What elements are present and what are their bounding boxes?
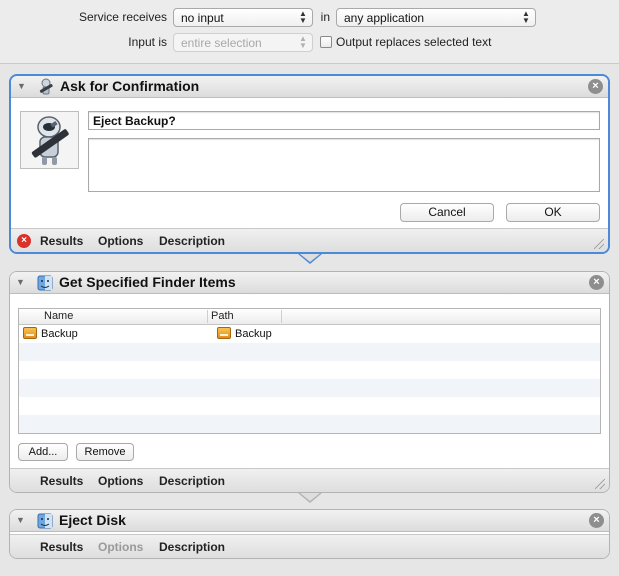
table-row-empty	[19, 415, 600, 433]
results-tab[interactable]: Results	[40, 540, 83, 554]
application-popup[interactable]: any application ▲ ▼	[336, 8, 536, 27]
disclosure-triangle-icon[interactable]: ▼	[16, 277, 25, 287]
options-tab[interactable]: Options	[98, 540, 143, 554]
popup-arrows-icon: ▲ ▼	[299, 34, 307, 50]
action-ask-for-confirmation[interactable]: ▼ Ask for Confirmation × Eject Backup? C…	[9, 74, 610, 254]
add-button[interactable]: Add...	[18, 443, 68, 461]
table-header: Name Path	[19, 309, 600, 325]
column-divider	[207, 310, 208, 323]
service-settings-bar: Service receives no input ▲ ▼ in any appl…	[0, 0, 619, 64]
action-eject-disk[interactable]: ▼ Eject Disk × Results Options Descripti…	[9, 509, 610, 559]
input-is-popup[interactable]: entire selection ▲ ▼	[173, 33, 313, 52]
results-tab[interactable]: Results	[40, 234, 83, 248]
error-status-icon[interactable]: ×	[17, 234, 31, 248]
row-path-cell: Backup	[217, 327, 272, 340]
description-tab[interactable]: Description	[159, 540, 225, 554]
action-footer: Results Options Description	[10, 468, 609, 492]
ok-button-label-field[interactable]: OK	[506, 203, 600, 222]
confirmation-message-field[interactable]: Eject Backup?	[88, 111, 600, 130]
table-row-empty	[19, 379, 600, 397]
row-name-text: Backup	[41, 328, 78, 340]
options-tab[interactable]: Options	[98, 474, 143, 488]
resize-grip-icon[interactable]	[594, 239, 604, 249]
external-drive-icon	[23, 327, 37, 339]
output-replaces-label: Output replaces selected text	[336, 35, 492, 49]
action-title-bar[interactable]: ▼ Get Specified Finder Items ×	[10, 272, 609, 294]
automator-robot-image	[20, 111, 79, 169]
popup-arrows-icon: ▲ ▼	[299, 9, 307, 25]
external-drive-icon	[217, 327, 231, 339]
remove-button[interactable]: Remove	[76, 443, 134, 461]
finder-icon	[37, 275, 53, 291]
output-replaces-checkbox[interactable]	[320, 36, 332, 48]
description-tab[interactable]: Description	[159, 234, 225, 248]
remove-action-close-icon[interactable]: ×	[589, 513, 604, 528]
action-footer: Results Options Description	[10, 534, 609, 558]
service-receives-value: no input	[181, 11, 224, 25]
cancel-button-label-field[interactable]: Cancel	[400, 203, 494, 222]
table-row[interactable]: Backup Backup	[19, 325, 600, 343]
table-row-empty	[19, 397, 600, 415]
flow-connector	[300, 254, 320, 262]
options-tab[interactable]: Options	[98, 234, 143, 248]
application-value: any application	[344, 11, 425, 25]
remove-action-close-icon[interactable]: ×	[589, 275, 604, 290]
finder-icon	[37, 513, 53, 529]
action-title: Eject Disk	[59, 512, 126, 528]
action-title: Ask for Confirmation	[60, 78, 200, 94]
action-get-specified-finder-items[interactable]: ▼ Get Specified Finder Items × Name Path…	[9, 271, 610, 493]
action-title-bar[interactable]: ▼ Eject Disk ×	[10, 510, 609, 532]
column-divider	[281, 310, 282, 323]
popup-arrows-icon: ▲ ▼	[522, 9, 530, 25]
input-is-value: entire selection	[181, 36, 262, 50]
row-path-text: Backup	[235, 328, 272, 340]
resize-grip-icon[interactable]	[595, 479, 605, 489]
action-title-bar[interactable]: ▼ Ask for Confirmation ×	[11, 76, 608, 98]
in-label: in	[320, 10, 330, 24]
finder-items-table[interactable]: Name Path Backup Backup	[18, 308, 601, 434]
disclosure-triangle-icon[interactable]: ▼	[17, 81, 26, 91]
table-row-empty	[19, 361, 600, 379]
action-title: Get Specified Finder Items	[59, 274, 236, 290]
table-row-empty	[19, 343, 600, 361]
service-receives-label: Service receives	[78, 10, 167, 24]
description-tab[interactable]: Description	[159, 474, 225, 488]
flow-connector	[300, 493, 320, 501]
automator-robot-icon	[31, 116, 69, 165]
results-tab[interactable]: Results	[40, 474, 83, 488]
input-is-label: Input is	[128, 35, 167, 49]
service-receives-popup[interactable]: no input ▲ ▼	[173, 8, 313, 27]
disclosure-triangle-icon[interactable]: ▼	[16, 515, 25, 525]
action-footer: × Results Options Description	[11, 228, 608, 252]
column-header-path[interactable]: Path	[211, 310, 234, 322]
confirmation-detail-field[interactable]	[88, 138, 600, 192]
column-header-name[interactable]: Name	[44, 310, 73, 322]
row-name-cell: Backup	[23, 327, 78, 340]
automator-robot-icon	[39, 78, 53, 95]
remove-action-close-icon[interactable]: ×	[588, 79, 603, 94]
